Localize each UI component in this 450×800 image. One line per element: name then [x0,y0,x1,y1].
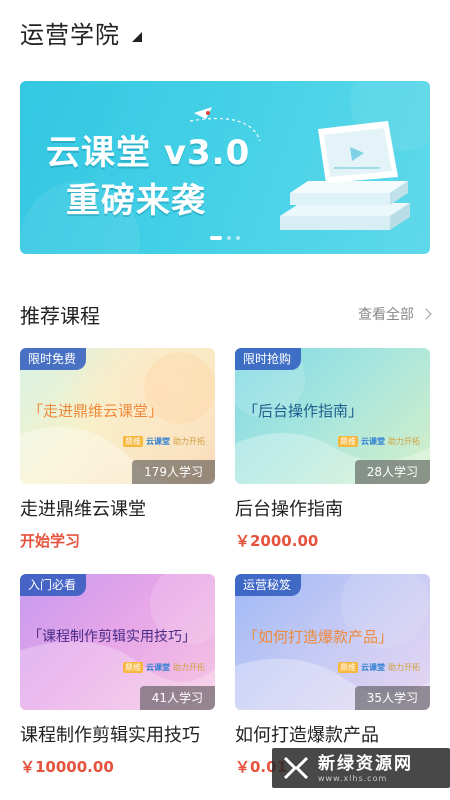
brand-badge: 鼎维 [123,662,143,673]
thumbnail-title: 「如何打造爆款产品」 [243,628,394,646]
carousel-dot[interactable] [227,236,231,240]
dropdown-triangle-icon[interactable] [132,32,142,42]
brand-badge: 鼎维 [123,436,143,447]
carousel-dot[interactable] [210,236,222,240]
brand-mark: 鼎维 云课堂 助力开拓 [338,436,420,447]
brand-name: 云课堂 [146,437,170,446]
brand-name: 云课堂 [361,663,385,672]
course-tag: 限时免费 [20,348,87,370]
course-tag: 运营秘笈 [235,574,302,596]
course-name[interactable]: 课程制作剪辑实用技巧 [20,724,215,748]
learner-count: 41人学习 [139,686,215,710]
course-price[interactable]: ￥2000.00 [235,530,430,551]
course-card[interactable]: 限时免费 「走进鼎维云课堂」 鼎维 云课堂 助力开拓 179人学习 走进鼎维云课… [20,348,215,551]
banner-headline-1: 云课堂 v3.0 [46,133,251,173]
brand-slogan: 助力开拓 [388,663,420,672]
page-title: 运营学院 [20,20,120,49]
brand-slogan: 助力开拓 [173,663,205,672]
course-thumbnail[interactable]: 限时抢购 「后台操作指南」 鼎维 云课堂 助力开拓 28人学习 [235,348,430,484]
brand-mark: 鼎维 云课堂 助力开拓 [123,436,205,447]
thumbnail-title: 「走进鼎维云课堂」 [28,402,164,420]
brand-name: 云课堂 [361,437,385,446]
brand-mark: 鼎维 云课堂 助力开拓 [338,662,420,673]
brand-slogan: 助力开拓 [173,437,205,446]
learner-count: 35人学习 [354,686,430,710]
brand-slogan: 助力开拓 [388,437,420,446]
brand-badge: 鼎维 [338,436,358,447]
brand-name: 云课堂 [146,663,170,672]
learner-count: 28人学习 [354,460,430,484]
course-price[interactable]: 开始学习 [20,530,215,551]
course-name[interactable]: 如何打造爆款产品 [235,724,430,748]
watermark-url: www.xlhs.com [318,773,388,783]
course-name[interactable]: 走进鼎维云课堂 [20,498,215,522]
brand-mark: 鼎维 云课堂 助力开拓 [123,662,205,673]
banner-headline-2: 重磅来袭 [66,181,206,221]
page-header: 运营学院 [20,14,142,50]
view-all-link[interactable]: 查看全部 [358,304,432,324]
carousel-indicator[interactable] [20,236,430,240]
course-price[interactable]: ￥10000.00 [20,756,215,777]
recommended-section-header: 推荐课程 查看全部 [20,298,432,330]
laptop-book-icon [280,121,410,230]
course-name[interactable]: 后台操作指南 [235,498,430,522]
course-thumbnail[interactable]: 限时免费 「走进鼎维云课堂」 鼎维 云课堂 助力开拓 179人学习 [20,348,215,484]
course-thumbnail[interactable]: 入门必看 「课程制作剪辑实用技巧」 鼎维 云课堂 助力开拓 41人学习 [20,574,215,710]
watermark-name: 新绿资源网 [318,753,413,774]
course-thumbnail[interactable]: 运营秘笈 「如何打造爆款产品」 鼎维 云课堂 助力开拓 35人学习 [235,574,430,710]
carousel-dot[interactable] [236,236,240,240]
section-title: 推荐课程 [20,303,100,328]
brand-badge: 鼎维 [338,662,358,673]
chevron-right-icon [420,308,432,320]
course-card[interactable]: 入门必看 「课程制作剪辑实用技巧」 鼎维 云课堂 助力开拓 41人学习 课程制作… [20,574,215,777]
watermark-logo-icon [283,756,309,780]
course-card[interactable]: 限时抢购 「后台操作指南」 鼎维 云课堂 助力开拓 28人学习 后台操作指南 ￥… [235,348,430,551]
thumbnail-title: 「后台操作指南」 [243,402,364,420]
course-tag: 入门必看 [20,574,87,596]
course-card[interactable]: 运营秘笈 「如何打造爆款产品」 鼎维 云课堂 助力开拓 35人学习 如何打造爆款… [235,574,430,777]
view-all-label: 查看全部 [358,307,414,323]
promo-banner[interactable]: 云课堂 v3.0 重磅来袭 [20,81,430,254]
thumbnail-title: 「课程制作剪辑实用技巧」 [28,629,196,645]
site-watermark: 新绿资源网 www.xlhs.com [272,748,450,788]
course-tag: 限时抢购 [235,348,302,370]
learner-count: 179人学习 [132,460,215,484]
